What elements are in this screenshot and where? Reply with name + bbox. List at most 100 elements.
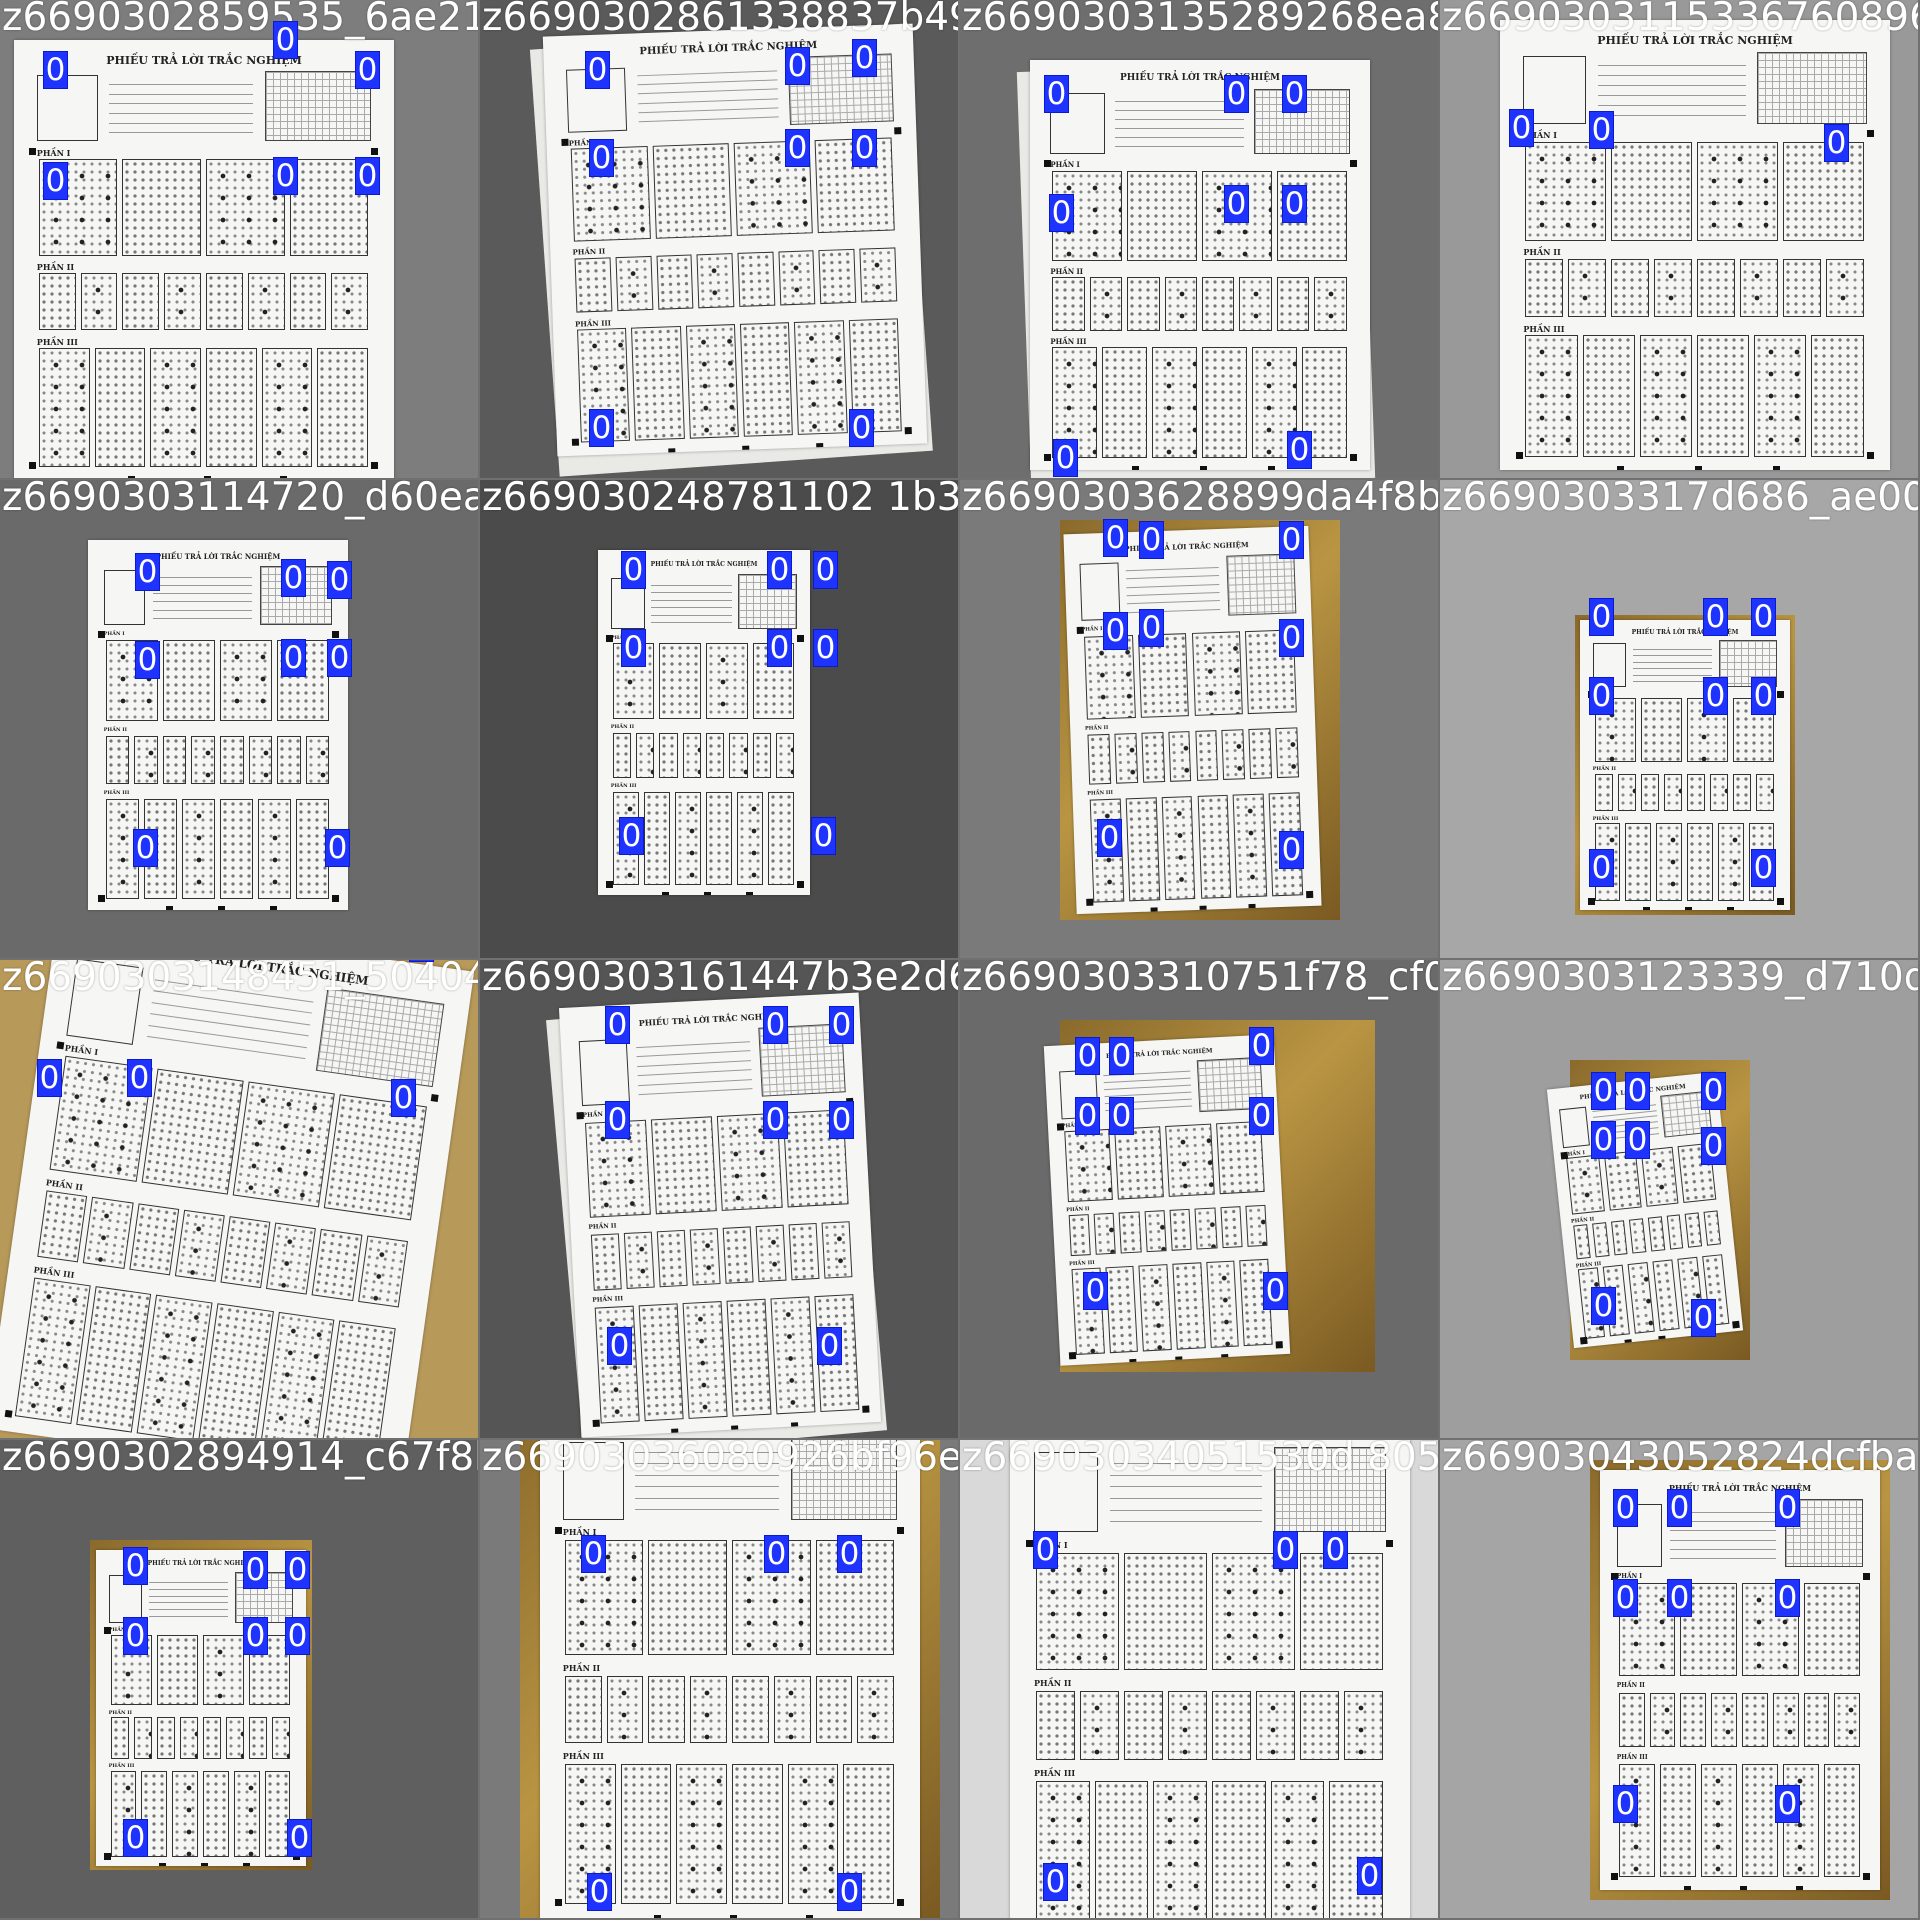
answer-bubble-block <box>1256 1690 1295 1760</box>
alignment-marker <box>1777 898 1785 906</box>
answer-bubble-block <box>181 799 215 899</box>
answer-bubble-block <box>37 1189 88 1263</box>
form-line <box>1632 649 1713 650</box>
detection-class-label: 0 <box>1033 1531 1058 1569</box>
answer-bubble-block <box>690 1675 727 1744</box>
image-tile: PHIẾU TRẢ LỜI TRẮC NGHIỆMPHẦN IPHẦN IIPH… <box>480 1440 958 1918</box>
answer-bubble-block <box>1700 1764 1737 1878</box>
form-line <box>109 103 254 105</box>
detection-class-label: 0 <box>1249 1097 1274 1135</box>
answer-bubble-block <box>1684 1212 1703 1248</box>
alignment-marker <box>29 147 37 155</box>
answer-sheet: PHIẾU TRẢ LỜI TRẮC NGHIỆMPHẦN IPHẦN IIPH… <box>1010 1440 1410 1918</box>
detection-class-label: 0 <box>1224 75 1249 113</box>
section-label: PHẦN III <box>1592 815 1619 822</box>
answer-bubble-block <box>179 1717 198 1759</box>
answer-bubble-block <box>1300 1690 1339 1760</box>
detection-class-label: 0 <box>133 829 158 867</box>
form-line <box>635 1486 780 1488</box>
detection-class-label: 0 <box>1049 194 1074 232</box>
answer-bubble-block <box>1592 1221 1610 1258</box>
image-tile: PHIẾU TRẢ LỜI TRẮC NGHIỆMPHẦN IPHẦN IIPH… <box>1440 0 1918 478</box>
answer-sheet: PHIẾU TRẢ LỜI TRẮC NGHIỆMPHẦN IPHẦN IIPH… <box>542 23 928 457</box>
form-line <box>636 1050 751 1058</box>
form-line <box>1597 114 1746 116</box>
answer-bubble-block <box>172 1771 198 1857</box>
answer-bubble-block <box>1652 1259 1680 1332</box>
answer-bubble-block <box>1093 1212 1117 1255</box>
alignment-marker <box>159 1862 166 1866</box>
answer-bubble-block <box>162 639 215 722</box>
answer-bubble-block <box>1742 1692 1768 1748</box>
detection-class-label: 0 <box>1263 1272 1288 1310</box>
alignment-marker <box>204 475 211 478</box>
answer-bubble-block <box>1300 1553 1383 1670</box>
answer-bubble-block <box>1172 1262 1206 1351</box>
tile-filename: z66903043052824dcfba793c <box>1442 1440 1918 1480</box>
answer-bubble-block <box>1703 1210 1721 1246</box>
detection-class-label: 0 <box>1109 1037 1134 1075</box>
section-label: PHẦN I <box>582 1111 608 1120</box>
answer-bubble-block <box>1525 258 1564 317</box>
alignment-marker <box>1731 1320 1740 1329</box>
alignment-marker <box>797 634 805 642</box>
detection-class-label: 0 <box>1589 598 1614 636</box>
alignment-marker <box>897 1527 905 1535</box>
answer-bubble-block <box>1687 773 1706 812</box>
answer-sheet-photo: PHIẾU TRẢ LỜI TRẮC NGHIỆMPHẦN IPHẦN IIPH… <box>1016 60 1376 478</box>
tile-filename: z6690303161447b3e2d613a52 <box>482 960 958 1000</box>
alignment-marker <box>1560 1151 1568 1160</box>
image-tile: PHIẾU TRẢ LỜI TRẮC NGHIỆMPHẦN IPHẦN IIPH… <box>480 0 958 478</box>
answer-bubble-block <box>1094 1781 1149 1918</box>
answer-bubble-block <box>737 791 764 885</box>
detection-class-label: 0 <box>1083 1272 1108 1310</box>
detection-class-label: 0 <box>1824 124 1849 162</box>
detection-class-label: 0 <box>1139 609 1164 647</box>
answer-bubble-block <box>1618 1692 1645 1748</box>
answer-bubble-block <box>105 736 130 785</box>
answer-bubble-block <box>755 1224 787 1282</box>
answer-bubble-block <box>134 736 158 785</box>
answer-bubble-block <box>289 273 327 331</box>
answer-bubble-block <box>778 249 816 306</box>
answer-bubble-block <box>1202 347 1247 458</box>
alignment-marker <box>1727 907 1734 910</box>
answer-bubble-block <box>1141 732 1165 783</box>
answer-bubble-block <box>1080 1690 1119 1760</box>
answer-bubble-block <box>1594 773 1613 812</box>
tile-filename: z6690302859535_6ae2163e <box>2 0 478 40</box>
alignment-marker <box>1515 452 1523 459</box>
form-line <box>637 88 778 95</box>
answer-bubble-block <box>1687 823 1713 902</box>
answer-bubble-block <box>164 273 201 331</box>
image-tile: PHIẾU TRẢ LỜI TRẮC NGHIỆMPHẦN IPHẦN IIPH… <box>0 480 478 958</box>
form-line <box>148 1595 229 1597</box>
answer-bubble-block <box>1659 1764 1696 1878</box>
alignment-marker <box>797 881 805 889</box>
answer-bubble-block <box>631 325 685 441</box>
detection-class-label: 0 <box>587 1873 612 1911</box>
answer-bubble-block <box>857 1675 895 1744</box>
section-label: PHẦN III <box>1087 789 1113 797</box>
alignment-marker <box>1617 465 1624 470</box>
answer-bubble-block <box>620 1764 672 1905</box>
answer-bubble-block <box>83 1196 134 1270</box>
answer-bubble-block <box>659 732 678 778</box>
answer-bubble-block <box>1221 729 1246 780</box>
form-line <box>1632 661 1713 663</box>
detection-class-label: 0 <box>1589 677 1614 715</box>
detection-class-label: 0 <box>1282 75 1307 113</box>
answer-bubble-block <box>676 1764 727 1905</box>
answer-bubble-block <box>706 791 733 885</box>
tile-filename: z6690303115336760896c943c <box>1442 0 1918 40</box>
alignment-marker <box>576 1112 584 1120</box>
detection-class-label: 0 <box>1691 1299 1716 1337</box>
answer-sheet-photo: PHIẾU TRẢ LỜI TRẮC NGHIỆMPHẦN IPHẦN IIPH… <box>1043 1034 1291 1366</box>
answer-bubble-block <box>1711 1692 1737 1748</box>
answer-bubble-block <box>1064 1129 1114 1202</box>
detection-class-label: 0 <box>813 629 838 667</box>
answer-bubble-block <box>1647 1216 1665 1252</box>
alignment-marker <box>166 906 173 910</box>
alignment-marker <box>1076 626 1084 635</box>
answer-sheet-photo: PHIẾU TRẢ LỜI TRẮC NGHIỆMPHẦN IPHẦN IIPH… <box>14 40 394 478</box>
